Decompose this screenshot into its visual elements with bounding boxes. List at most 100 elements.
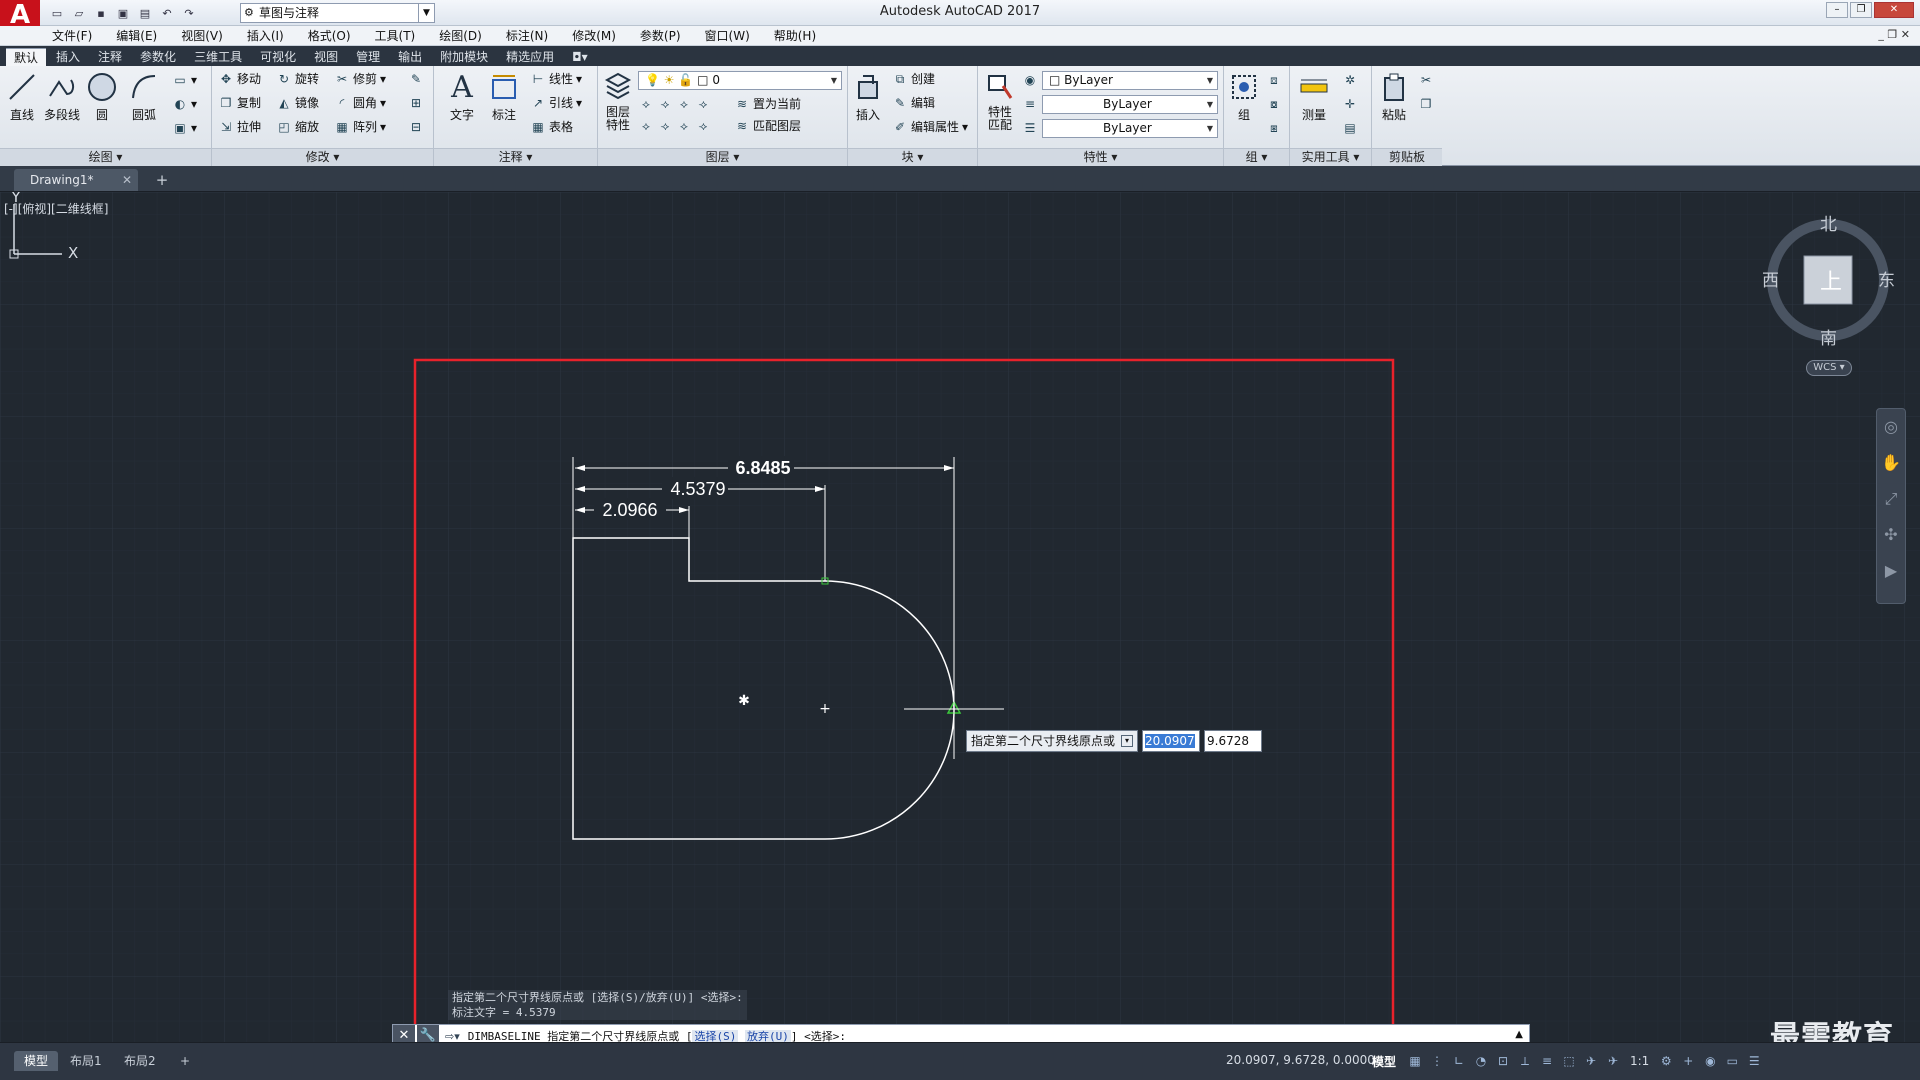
tab-output[interactable]: 输出 <box>390 48 430 66</box>
layers-panel-title[interactable]: 图层 ▾ <box>598 148 847 166</box>
menu-insert[interactable]: 插入(I) <box>247 27 284 44</box>
quick-select-icon[interactable]: ✲ <box>1342 70 1358 90</box>
mirror-button[interactable]: ◭ 镜像 <box>276 93 319 113</box>
chevron-up-icon[interactable]: ▲ <box>1515 1029 1523 1040</box>
menu-format[interactable]: 格式(O) <box>308 27 351 44</box>
wcs-menu-button[interactable]: WCS ▾ <box>1806 360 1852 376</box>
leader-button[interactable]: ↗ 引线 ▾ <box>530 93 582 113</box>
minimize-button[interactable]: – <box>1826 2 1848 18</box>
match-properties-button[interactable]: 特性匹配 <box>980 70 1020 132</box>
text-button[interactable]: A 文字 <box>442 70 482 123</box>
copy-clip-icon[interactable]: ❐ <box>1418 94 1434 114</box>
menu-window[interactable]: 窗口(W) <box>705 27 750 44</box>
layout-tab-1[interactable]: 布局1 <box>60 1051 112 1071</box>
tab-manage[interactable]: 管理 <box>348 48 388 66</box>
table-button[interactable]: ▦ 表格 <box>530 117 573 137</box>
color-dropdown[interactable]: □ ByLayer ▼ <box>1042 71 1218 90</box>
line-button[interactable]: 直线 <box>2 70 42 123</box>
layer-dropdown[interactable]: 💡 ☀ 🔓 □ 0 ▼ <box>638 71 842 90</box>
insert-block-button[interactable]: 插入 <box>848 70 888 123</box>
menu-draw[interactable]: 绘图(D) <box>439 27 482 44</box>
polar-icon[interactable]: ◔ <box>1472 1051 1490 1071</box>
plus-icon[interactable]: + <box>1679 1051 1697 1071</box>
groups-panel-title[interactable]: 组 ▾ <box>1224 148 1289 166</box>
rectangle-icon[interactable]: ▭ ▾ <box>172 70 197 90</box>
tab-insert[interactable]: 插入 <box>48 48 88 66</box>
utilities-panel-title[interactable]: 实用工具 ▾ <box>1290 148 1371 166</box>
annotation-scale[interactable]: 1:1 <box>1630 1054 1649 1068</box>
group-edit-icon[interactable]: ⧇ <box>1266 94 1282 114</box>
dynamic-input-y-field[interactable]: 9.6728 <box>1204 730 1263 752</box>
explode-icon[interactable]: ⊞ <box>408 93 424 113</box>
layer-properties-button[interactable]: 图层特性 <box>598 70 638 132</box>
copy-button[interactable]: ❐ 复制 <box>218 93 261 113</box>
compass-west[interactable]: 西 <box>1762 266 1779 291</box>
tab-featured-apps[interactable]: 精选应用 <box>498 48 562 66</box>
array-button[interactable]: ▦ 阵列 ▾ <box>334 117 386 137</box>
layout-tab-2[interactable]: 布局2 <box>114 1051 166 1071</box>
tab-view[interactable]: 视图 <box>306 48 346 66</box>
layer-tools-icons[interactable]: ⟡ ⟢ ⟡ ⟢ <box>638 94 711 114</box>
draw-panel-title[interactable]: 绘图 ▾ <box>0 148 211 166</box>
tab-visualize[interactable]: 可视化 <box>252 48 304 66</box>
tab-addins[interactable]: 附加模块 <box>432 48 496 66</box>
make-current-button[interactable]: ≋ 置为当前 <box>734 94 801 114</box>
ortho-icon[interactable]: ∟ <box>1450 1051 1468 1071</box>
ungroup-icon[interactable]: ⧈ <box>1266 70 1282 90</box>
compass-north[interactable]: 北 <box>1820 210 1837 235</box>
hardware-icon[interactable]: ▭ <box>1723 1051 1741 1071</box>
autoscale-icon[interactable]: ✈ <box>1604 1051 1622 1071</box>
options-icon[interactable]: ▾ <box>1121 735 1134 747</box>
calculator-icon[interactable]: ▤ <box>1342 118 1358 138</box>
arc-button[interactable]: 圆弧 <box>124 70 164 123</box>
region-icon[interactable]: ▣ ▾ <box>172 118 197 138</box>
move-button[interactable]: ✥ 移动 <box>218 69 261 89</box>
lineweight-icon[interactable]: ☰ <box>1022 118 1038 138</box>
trim-button[interactable]: ✂ 修剪 ▾ <box>334 69 386 89</box>
dimension-text-1[interactable]: 6.8485 <box>735 458 790 478</box>
selection-cycle-icon[interactable]: ⬚ <box>1560 1051 1578 1071</box>
lineweight-toggle-icon[interactable]: ≡ <box>1538 1051 1556 1071</box>
dimension-text-3[interactable]: 2.0966 <box>602 500 657 520</box>
isolate-icon[interactable]: ◉ <box>1701 1051 1719 1071</box>
measure-button[interactable]: 测量 <box>1294 70 1334 123</box>
pan-hand-icon[interactable]: ✋ <box>1877 445 1905 481</box>
viewcube[interactable]: 上 北 南 东 西 <box>1760 210 1900 350</box>
file-tab-drawing1[interactable]: Drawing1* ✕ <box>14 169 138 191</box>
layout-tab-model[interactable]: 模型 <box>14 1051 59 1071</box>
annotation-visibility-icon[interactable]: ✈ <box>1582 1051 1600 1071</box>
grid-icon[interactable]: ▦ <box>1406 1051 1424 1071</box>
menu-view[interactable]: 视图(V) <box>181 27 223 44</box>
maximize-button[interactable]: ❐ <box>1850 2 1872 18</box>
menu-parametric[interactable]: 参数(P) <box>640 27 681 44</box>
customize-menu-icon[interactable]: ☰ <box>1745 1051 1763 1071</box>
menu-file[interactable]: 文件(F) <box>52 27 92 44</box>
snap-icon[interactable]: ⋮ <box>1428 1051 1446 1071</box>
close-icon[interactable]: ✕ <box>122 169 132 191</box>
model-space-button[interactable]: 模型 <box>1372 1053 1396 1070</box>
color-wheel-icon[interactable]: ◉ <box>1022 70 1038 90</box>
menu-dimension[interactable]: 标注(N) <box>506 27 548 44</box>
object-snap-icon[interactable]: ⊡ <box>1494 1051 1512 1071</box>
tab-parametric[interactable]: 参数化 <box>132 48 184 66</box>
fillet-button[interactable]: ◜ 圆角 ▾ <box>334 93 386 113</box>
orbit-icon[interactable]: ✣ <box>1877 517 1905 553</box>
ribbon-display-toggle[interactable]: ◘▾ <box>564 48 596 66</box>
add-layout-button[interactable]: + <box>170 1051 200 1071</box>
block-panel-title[interactable]: 块 ▾ <box>848 148 977 166</box>
steering-wheel-icon[interactable]: ◎ <box>1877 409 1905 445</box>
close-button[interactable]: ✕ <box>1874 2 1914 18</box>
polyline-button[interactable]: 多段线 <box>42 70 82 123</box>
dynamic-input-x-field[interactable]: 20.0907 <box>1142 730 1201 752</box>
dimension-text-2[interactable]: 4.5379 <box>670 479 725 499</box>
menu-help[interactable]: 帮助(H) <box>774 27 816 44</box>
cut-icon[interactable]: ✂ <box>1418 70 1434 90</box>
showmotion-icon[interactable]: ▶ <box>1877 553 1905 589</box>
edit-attributes-button[interactable]: ✐ 编辑属性 ▾ <box>892 117 968 137</box>
paste-button[interactable]: 粘贴 <box>1374 70 1414 123</box>
properties-panel-title[interactable]: 特性 ▾ <box>978 148 1223 166</box>
linetype-icon[interactable]: ≡ <box>1022 94 1038 114</box>
drawing-canvas[interactable]: 6.8485 4.5379 2.0966 ✱ + [-][俯视][二维线框] 指… <box>0 192 1920 1055</box>
new-tab-button[interactable]: + <box>152 171 172 189</box>
annotation-panel-title[interactable]: 注释 ▾ <box>434 148 597 166</box>
